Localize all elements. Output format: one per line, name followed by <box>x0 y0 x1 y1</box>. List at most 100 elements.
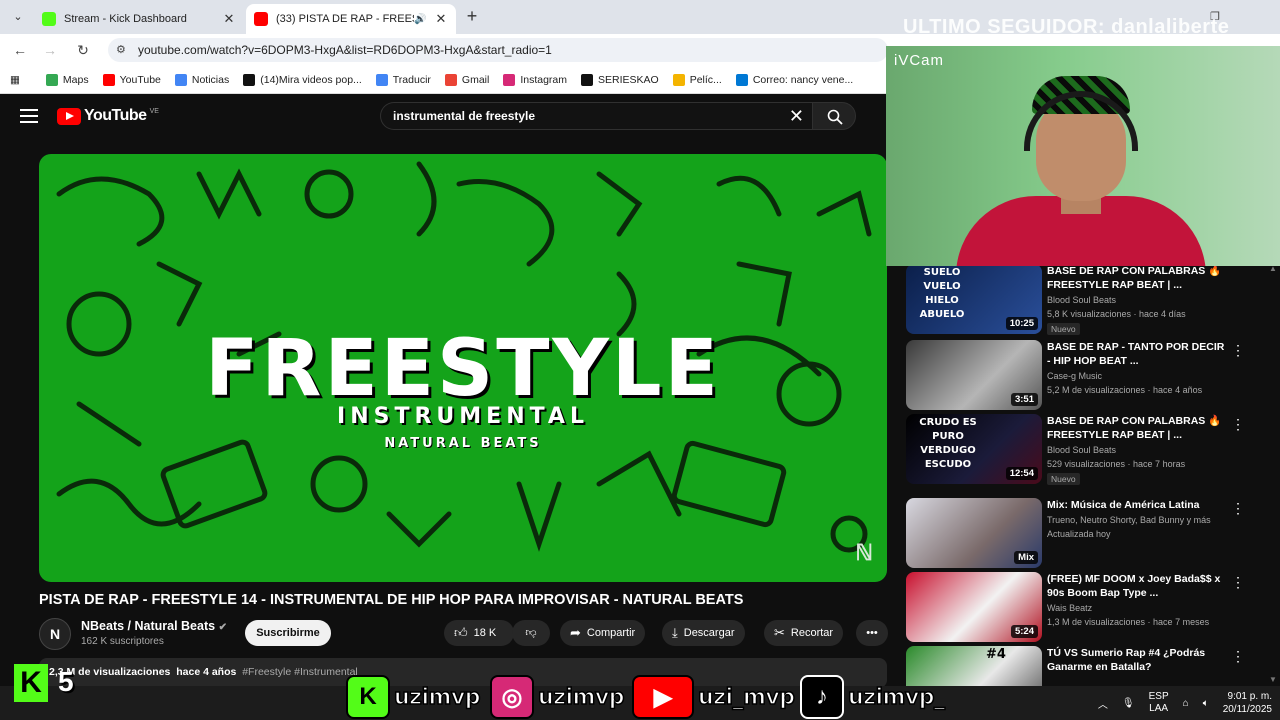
hashtags[interactable]: #Freestyle #Instrumental <box>242 666 358 678</box>
reload-button[interactable]: ↻ <box>73 40 93 60</box>
network-icon[interactable]: ⌂ <box>1183 698 1189 709</box>
thumbnail-text: #4 <box>986 647 1006 662</box>
social-handle: uzimvp <box>537 684 625 711</box>
translate-icon <box>375 73 388 86</box>
recommendation-item[interactable]: #4 TÚ VS Sumerio Rap #4 ¿Podrás Ganarme … <box>906 646 1276 686</box>
more-options-icon[interactable]: ⋮ <box>1231 500 1245 517</box>
scroll-down-icon[interactable]: ▼ <box>1269 675 1277 684</box>
new-tab-button[interactable]: + <box>462 6 482 26</box>
tab-title: Stream - Kick Dashboard <box>64 13 187 25</box>
chevron-up-icon[interactable]: ︿ <box>1098 696 1108 711</box>
menu-icon[interactable] <box>20 109 38 123</box>
bookmark-label: (14)Mira videos pop... <box>260 73 362 86</box>
recommendation-meta: 1,3 M de visualizaciones · hace 7 meses <box>1047 617 1210 627</box>
recommendation-item[interactable]: CRUDO ES PURO VERDUGO ESCUDO 12:54 BASE … <box>906 414 1276 485</box>
clock-time: 9:01 p. m. <box>1227 691 1272 702</box>
screen: ⌄ Stream - Kick Dashboard ✕ (33) PISTA D… <box>0 0 1280 720</box>
webcam-label: iVCam <box>894 52 945 69</box>
channel-watermark-icon[interactable]: ℕ <box>855 540 873 566</box>
clear-search-icon[interactable]: ✕ <box>789 106 804 127</box>
like-button[interactable]: 👍︎ 18 K <box>444 620 514 646</box>
more-options-icon[interactable]: ⋮ <box>1231 648 1245 665</box>
duration-badge: 5:24 <box>1010 625 1038 638</box>
bookmark-label: Pelíc... <box>689 73 722 86</box>
bookmark-instagram[interactable]: Instagram <box>503 73 567 86</box>
share-button[interactable]: ➦ Compartir <box>560 620 646 646</box>
recommendation-item[interactable]: Mix Mix: Música de América Latina Trueno… <box>906 498 1276 568</box>
bookmark-gmail[interactable]: Gmail <box>444 73 490 86</box>
audio-playing-icon[interactable]: 🔊 <box>414 14 428 25</box>
kick-viewer-count: 5 <box>58 666 74 697</box>
verified-icon: ✔ <box>218 622 227 633</box>
more-options-icon[interactable]: ⋮ <box>1231 342 1245 359</box>
thumbnail-text: CRUDO ES PURO VERDUGO ESCUDO <box>919 417 977 470</box>
recommendation-channel: Wais Beatz <box>1047 603 1093 613</box>
download-button[interactable]: ⤓ Descargar <box>662 620 745 646</box>
bookmark-serieskao[interactable]: SERIESKAO <box>581 73 659 86</box>
video-thumbnail[interactable]: SUELO VUELO HIELO ABUELO 10:25 <box>906 264 1042 334</box>
tiktok-icon <box>243 73 256 86</box>
social-handle: uzi_mvp <box>697 684 796 711</box>
recommendation-item[interactable]: 5:24 (FREE) MF DOOM x Joey Bada$$ x 90s … <box>906 572 1276 642</box>
instagram-icon: ◎ <box>490 675 534 719</box>
youtube-logo[interactable]: YouTube VE <box>57 107 159 125</box>
youtube-play-icon <box>57 107 81 125</box>
instagram-icon <box>503 73 516 86</box>
bookmark-label: SERIESKAO <box>598 73 659 86</box>
channel-avatar[interactable]: N <box>39 618 71 650</box>
apps-icon[interactable]: ▦ <box>10 74 20 86</box>
bookmark-noticias[interactable]: Noticias <box>174 73 230 86</box>
bookmark-traducir[interactable]: Traducir <box>375 73 431 86</box>
bookmark-correo[interactable]: Correo: nancy vene... <box>735 73 853 86</box>
volume-icon[interactable]: 🔈︎ <box>1203 698 1209 709</box>
webcam-overlay: iVCam <box>886 46 1280 266</box>
bookmark-label: Gmail <box>461 73 490 86</box>
bookmark-youtube[interactable]: YouTube <box>102 73 161 86</box>
search-input[interactable]: instrumental de freestyle ✕ <box>380 102 812 130</box>
video-meta: 2,3 M de visualizaciones hace 4 años #Fr… <box>49 666 358 678</box>
address-bar[interactable]: ⚙ youtube.com/watch?v=6DOPM3-HxgA&list=R… <box>108 38 888 62</box>
more-options-icon[interactable]: ⋮ <box>1231 574 1245 591</box>
last-follower-overlay: ULTIMO SEGUIDOR: danlaliberte <box>903 16 1230 38</box>
duration-badge: 3:51 <box>1010 393 1038 406</box>
tab-kick-dashboard[interactable]: Stream - Kick Dashboard ✕ <box>34 4 244 34</box>
tab-youtube-video[interactable]: (33) PISTA DE RAP - FREEST 🔊 ✕ <box>246 4 456 34</box>
microphone-icon[interactable]: 🎙︎ <box>1122 698 1135 709</box>
subscribe-button[interactable]: Suscribirme <box>245 620 331 646</box>
recommendation-meta: 529 visualizaciones · hace 7 horas <box>1047 459 1186 469</box>
recommendation-item[interactable]: 3:51 BASE DE RAP - TANTO POR DECIR - HIP… <box>906 340 1276 410</box>
site-info-icon[interactable]: ⚙ <box>116 43 126 56</box>
bookmark-maps[interactable]: Maps <box>45 73 89 86</box>
more-actions-button[interactable]: ••• <box>856 620 888 646</box>
video-thumbnail[interactable]: CRUDO ES PURO VERDUGO ESCUDO 12:54 <box>906 414 1042 484</box>
clip-button[interactable]: ✂ Recortar <box>764 620 844 646</box>
clock[interactable]: 9:01 p. m. 20/11/2025 <box>1223 690 1272 716</box>
close-tab-icon[interactable]: ✕ <box>434 11 448 27</box>
scissors-icon: ✂ <box>774 625 785 640</box>
video-thumbnail[interactable]: 5:24 <box>906 572 1042 642</box>
bookmark-tiktok[interactable]: (14)Mira videos pop... <box>243 73 362 86</box>
video-thumbnail[interactable]: 3:51 <box>906 340 1042 410</box>
language-indicator[interactable]: ESP LAA <box>1149 691 1169 715</box>
bookmark-peliculas[interactable]: Pelíc... <box>672 73 722 86</box>
sidebar-scrollbar[interactable]: ▲ ▼ <box>1268 262 1277 686</box>
forward-button[interactable]: → <box>40 40 60 60</box>
recommendation-meta: 5,2 M de visualizaciones · hace 4 años <box>1047 385 1203 395</box>
social-handle: uzimvp <box>393 684 481 711</box>
new-badge: Nuevo <box>1047 323 1080 335</box>
more-options-icon[interactable]: ⋮ <box>1231 416 1245 433</box>
search-button[interactable] <box>812 102 856 130</box>
back-button[interactable]: ← <box>10 40 30 60</box>
duration-badge: 12:54 <box>1005 467 1038 480</box>
youtube-icon: ▶ <box>632 675 694 719</box>
video-player[interactable]: FREESTYLE INSTRUMENTAL NATURAL BEATS ℕ <box>39 154 887 582</box>
close-tab-icon[interactable]: ✕ <box>222 11 236 27</box>
bookmark-label: Noticias <box>191 73 230 86</box>
recommendation-item[interactable]: SUELO VUELO HIELO ABUELO 10:25 BASE DE R… <box>906 264 1276 335</box>
tab-search-icon[interactable]: ⌄ <box>8 7 28 27</box>
dislike-button[interactable]: 👎︎ <box>512 620 550 646</box>
video-thumbnail[interactable]: Mix <box>906 498 1042 568</box>
youtube-header: YouTube VE instrumental de freestyle ✕ <box>0 94 890 140</box>
channel-name[interactable]: NBeats / Natural Beats ✔ <box>81 619 227 633</box>
tiktok-icon: ♪ <box>800 675 844 719</box>
